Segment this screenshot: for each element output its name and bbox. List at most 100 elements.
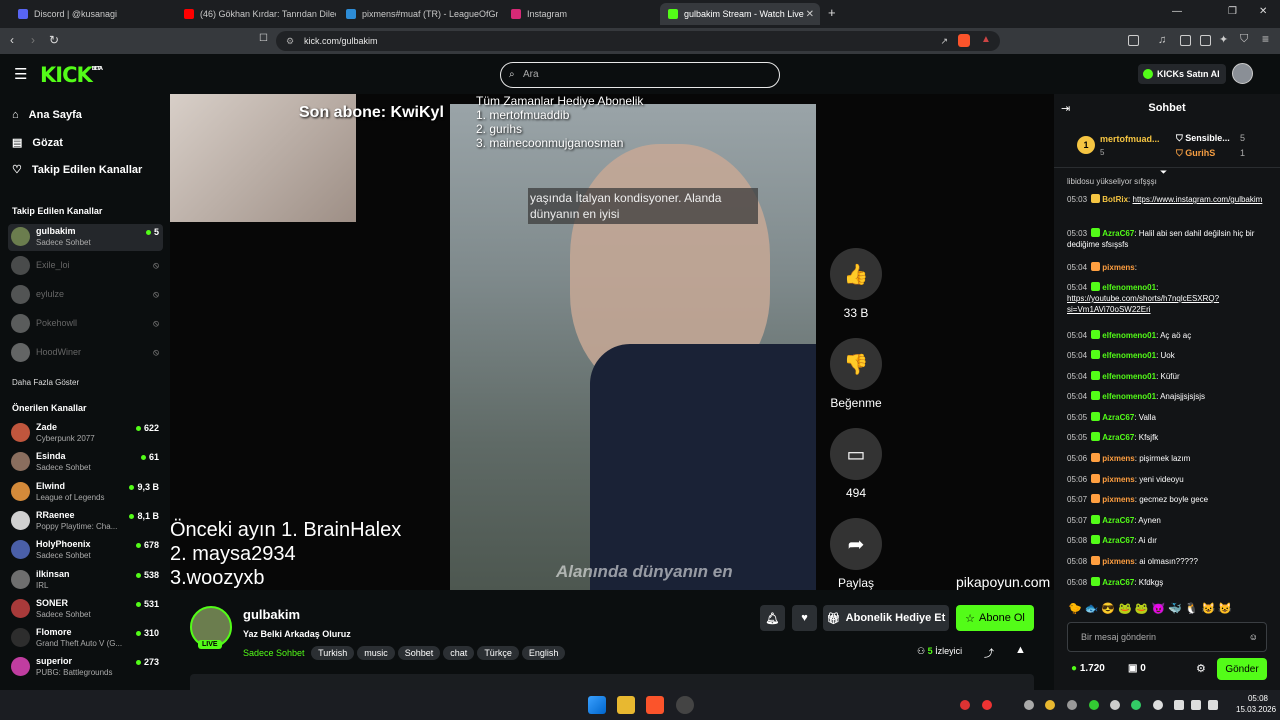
channel-points[interactable]: ● 1.720 <box>1071 663 1105 674</box>
vpn-icon[interactable]: ⛉ <box>1240 33 1248 46</box>
site-info-icon[interactable]: ⚙ <box>286 31 294 51</box>
hamburger-menu-icon[interactable]: ☰ <box>14 65 27 83</box>
brave-browser-icon[interactable] <box>646 696 664 714</box>
wallet-icon[interactable] <box>1200 35 1211 46</box>
message-username[interactable]: elfenomeno01 <box>1102 331 1156 340</box>
show-more-link[interactable]: Daha Fazla Göster <box>12 378 79 387</box>
forward-icon[interactable]: › <box>31 33 35 47</box>
message-username[interactable]: elfenomeno01 <box>1102 392 1156 401</box>
new-tab-button[interactable]: + <box>828 5 836 20</box>
message-username[interactable]: elfenomeno01 <box>1102 283 1156 292</box>
battery-icon[interactable] <box>1208 700 1218 710</box>
wifi-icon[interactable] <box>1174 700 1184 710</box>
emote-bar[interactable]: 🐤🐟😎🐸🐸😈🐳🐧😺😺 <box>1068 602 1268 616</box>
restore-icon[interactable]: ❐ <box>1228 6 1237 17</box>
subscribe-button[interactable]: ☆ Abone Ol <box>956 605 1034 631</box>
recommended-channel[interactable]: RRaenee Poppy Playtime: Cha... 8,1 B <box>8 508 163 535</box>
followed-channel[interactable]: Exile_loi ⦸ <box>8 253 163 280</box>
channel-name[interactable]: gulbakim <box>243 607 300 622</box>
message-username[interactable]: pixmens <box>1102 263 1134 272</box>
tag-pill[interactable]: English <box>521 646 566 660</box>
screenshot-icon[interactable] <box>1128 35 1139 46</box>
close-window-icon[interactable]: ✕ <box>1259 6 1267 17</box>
followed-channel[interactable]: eylulze ⦸ <box>8 282 163 309</box>
report-icon[interactable]: ▲ <box>1015 644 1026 656</box>
comment-action[interactable]: ▭ 494 <box>829 428 883 500</box>
stream-category[interactable]: Sadece Sohbet <box>243 648 305 658</box>
recommended-channel[interactable]: Esinda Sadece Sohbet 61 <box>8 449 163 476</box>
send-button[interactable]: Gönder <box>1217 658 1267 680</box>
gift-sub-button[interactable]: 🎁︎ Abonelik Hediye Et <box>823 605 949 631</box>
share-icon[interactable]: ⤴ <box>984 645 994 660</box>
back-icon[interactable]: ‹ <box>10 33 14 47</box>
search-input[interactable]: ⌕ Ara <box>500 62 780 88</box>
nav-following[interactable]: ♡ Takip Edilen Kanallar <box>12 163 142 177</box>
recommended-channel[interactable]: ilkinsan IRL 538 <box>8 567 163 594</box>
follow-button[interactable]: ♥ <box>792 605 817 631</box>
leader-name-1[interactable]: mertofmuad... <box>1100 134 1160 144</box>
like-action[interactable]: 👍 33 B <box>829 248 883 320</box>
tray-icon[interactable] <box>1110 700 1120 710</box>
tag-pill[interactable]: Turkish <box>311 646 355 660</box>
recommended-channel[interactable]: SONER Sadece Sohbet 531 <box>8 596 163 623</box>
message-username[interactable]: pixmens <box>1102 557 1134 566</box>
message-username[interactable]: pixmens <box>1102 475 1134 484</box>
message-username[interactable]: AzraC67 <box>1102 578 1134 587</box>
bookmark-icon[interactable]: ☐ <box>259 33 268 44</box>
message-username[interactable]: AzraC67 <box>1102 536 1134 545</box>
browser-tab[interactable]: Discord | @kusanagi <box>10 3 170 25</box>
app-icon[interactable] <box>676 696 694 714</box>
minimize-icon[interactable]: — <box>1172 6 1182 17</box>
tray-icon[interactable] <box>1131 700 1141 710</box>
tray-icon[interactable] <box>982 700 992 710</box>
message-username[interactable]: pixmens <box>1102 495 1134 504</box>
emoji-picker-icon[interactable]: ☺ <box>1249 623 1258 651</box>
tag-pill[interactable]: chat <box>443 646 475 660</box>
message-username[interactable]: AzraC67 <box>1102 433 1134 442</box>
message-text[interactable]: https://www.instagram.com/gulbakim <box>1133 195 1263 204</box>
followed-channel[interactable]: HoodWiner ⦸ <box>8 340 163 367</box>
tray-icon[interactable] <box>1067 700 1077 710</box>
nav-browse[interactable]: ▤ Gözat <box>12 136 63 150</box>
message-username[interactable]: AzraC67 <box>1102 413 1134 422</box>
chat-settings-icon[interactable]: ⚙ <box>1196 662 1206 675</box>
tray-icon[interactable] <box>1024 700 1034 710</box>
media-icon[interactable]: ♫ <box>1158 34 1166 46</box>
recommended-channel[interactable]: Zade Cyberpunk 2077 622 <box>8 420 163 447</box>
notification-bell-button[interactable]: 🔔︎ <box>760 605 785 631</box>
redeem-counter[interactable]: ▣ 0 <box>1128 663 1146 674</box>
menu-icon[interactable]: ≡ <box>1262 32 1269 46</box>
address-bar[interactable]: ⚙ kick.com/gulbakim ↗ <box>276 31 1000 51</box>
leader-2[interactable]: ⛉ Sensible... <box>1176 133 1230 144</box>
reload-icon[interactable]: ↻ <box>49 33 59 47</box>
nav-home[interactable]: ⌂ Ana Sayfa <box>12 109 82 121</box>
tray-icon[interactable] <box>960 700 970 710</box>
message-username[interactable]: elfenomeno01 <box>1102 372 1156 381</box>
browser-tab[interactable]: (46) Gökhan Kırdar: Tanrıdan Diledim <box>176 3 336 25</box>
browser-tab[interactable]: gulbakim Stream - Watch Live ✕ <box>660 3 820 25</box>
message-username[interactable]: AzraC67 <box>1102 229 1134 238</box>
tag-pill[interactable]: music <box>357 646 395 660</box>
tag-pill[interactable]: Sohbet <box>397 646 441 660</box>
recommended-channel[interactable]: Flomore Grand Theft Auto V (G... 310 <box>8 625 163 652</box>
chat-input[interactable]: Bir mesaj gönderin ☺ <box>1067 622 1267 652</box>
user-avatar[interactable] <box>1232 63 1253 84</box>
browser-tab[interactable]: Instagram <box>503 3 653 25</box>
buy-kicks-button[interactable]: KICKs Satın Al <box>1138 64 1226 84</box>
share-action[interactable]: ➦ Paylaş <box>829 518 883 590</box>
message-username[interactable]: pixmens <box>1102 454 1134 463</box>
followed-channel[interactable]: Pokehowll ⦸ <box>8 311 163 338</box>
tab-close-icon[interactable]: ✕ <box>806 9 814 20</box>
windows-start-icon[interactable] <box>588 696 606 714</box>
dislike-action[interactable]: 👎 Beğenme <box>825 338 887 410</box>
leo-ai-icon[interactable]: ✦ <box>1219 33 1228 46</box>
video-player[interactable]: Son abone: KwiKyl Tüm Zamanlar Hediye Ab… <box>170 94 1054 590</box>
message-username[interactable]: BotRix <box>1102 195 1128 204</box>
brave-rewards-icon[interactable]: ▲ <box>981 34 991 45</box>
file-explorer-icon[interactable] <box>617 696 635 714</box>
message-text[interactable]: https://youtube.com/shorts/h7nqlcESXRQ?s… <box>1067 294 1219 314</box>
browser-tab[interactable]: pixmens#muaf (TR) - LeagueOfGraph <box>338 3 498 25</box>
tray-icon[interactable] <box>1089 700 1099 710</box>
share-page-icon[interactable]: ↗ <box>940 31 948 51</box>
kick-logo[interactable]: KICKBETA <box>40 63 103 87</box>
